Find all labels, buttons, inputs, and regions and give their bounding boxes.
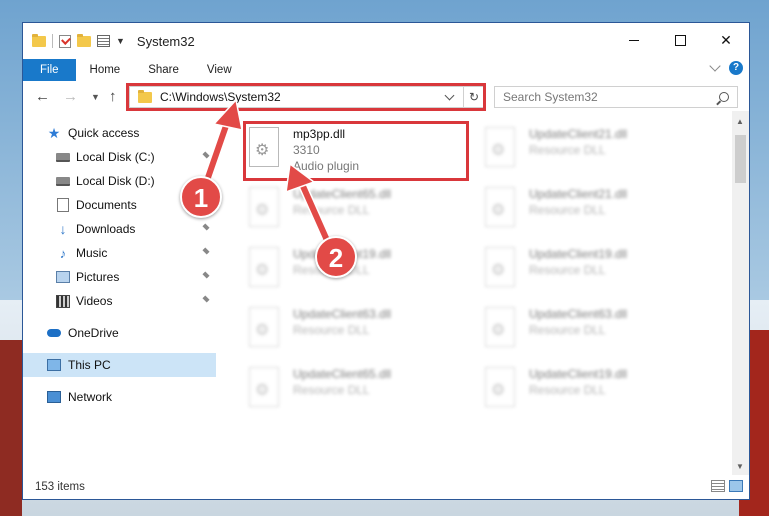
step-2-badge: 2 [315, 236, 357, 278]
step-1-badge: 1 [180, 176, 222, 218]
callout-arrows [198, 98, 339, 261]
